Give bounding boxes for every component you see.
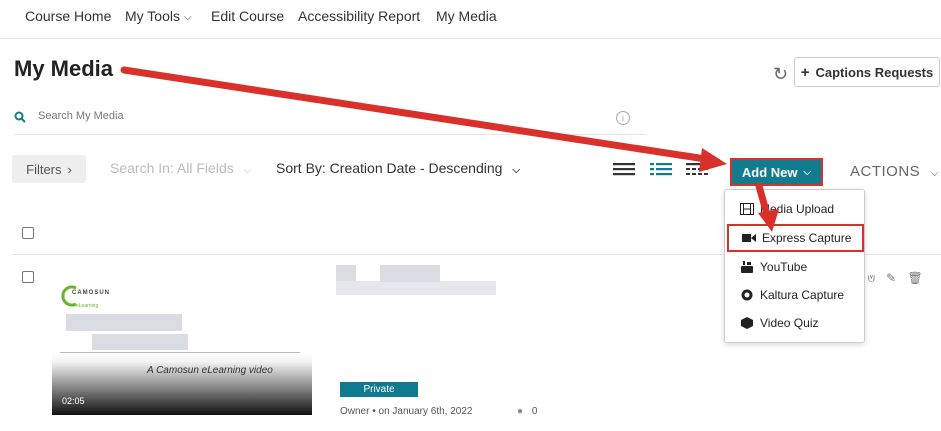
menu-item-label: Video Quiz [760, 316, 819, 330]
add-new-button[interactable]: Add New ⌵ [730, 158, 823, 186]
detailed-view-icon[interactable] [650, 162, 672, 176]
list-view-icon[interactable] [613, 162, 635, 176]
refresh-icon[interactable]: ↻ [773, 64, 788, 85]
sort-by-label: Sort By: Creation Date - Descending [276, 160, 503, 176]
cube-icon [740, 317, 754, 329]
captions-requests-button[interactable]: + Captions Requests [794, 57, 940, 87]
comment-count: ● 0 [517, 406, 537, 417]
delete-icon[interactable]: 🗑 [908, 271, 923, 285]
menu-item-youtube[interactable]: YouTube [725, 254, 864, 280]
chevron-right-icon: › [67, 161, 72, 177]
logo-text: CAMOSUN [72, 290, 110, 296]
status-badge: Private [340, 382, 418, 397]
video-tagline: A Camosun eLearning video [147, 365, 273, 376]
comment-icon: ● [517, 406, 524, 417]
search-in-dropdown[interactable]: Search In: All Fields ⌵ [110, 160, 251, 176]
video-camera-icon [742, 232, 756, 244]
record-icon [740, 289, 754, 301]
youtube-icon [740, 261, 754, 273]
blurred-title [66, 314, 182, 331]
menu-item-label: Express Capture [762, 231, 852, 245]
edit-icon[interactable]: ✎ [886, 271, 896, 285]
menu-item-media-upload[interactable]: Media Upload [725, 196, 864, 222]
filters-label: Filters [26, 161, 62, 177]
menu-item-label: YouTube [760, 260, 808, 274]
nav-my-media[interactable]: My Media [436, 8, 497, 24]
creation-date: on January 6th, 2022 [378, 406, 473, 417]
menu-item-video-quiz[interactable]: Video Quiz [725, 310, 864, 336]
actions-label: ACTIONS [850, 163, 921, 180]
top-navigation: Course Home My Tools ⌵ Edit Course Access… [0, 0, 941, 39]
grid-view-icon[interactable] [686, 162, 708, 176]
nav-my-tools-label: My Tools [125, 8, 180, 24]
blurred-media-title [380, 265, 440, 282]
captions-requests-label: Captions Requests [815, 64, 934, 80]
logo-subtext: eLearning [76, 303, 99, 309]
info-icon[interactable]: i [616, 111, 630, 125]
search-icon [14, 111, 26, 123]
menu-item-kaltura-capture[interactable]: Kaltura Capture [725, 282, 864, 308]
chevron-down-icon: ⌵ [243, 165, 252, 176]
nav-my-tools[interactable]: My Tools ⌵ [125, 8, 192, 24]
nav-edit-course[interactable]: Edit Course [211, 8, 284, 24]
blurred-title [92, 334, 188, 350]
chevron-down-icon: ⌵ [512, 165, 520, 176]
add-new-label: Add New [741, 164, 798, 180]
sort-by-dropdown[interactable]: Sort By: Creation Date - Descending ⌵ [276, 160, 520, 176]
menu-item-label: Kaltura Capture [760, 288, 845, 302]
film-icon [740, 203, 754, 215]
nav-accessibility-report[interactable]: Accessibility Report [298, 8, 420, 24]
chevron-down-icon: ⌵ [183, 12, 192, 23]
menu-item-express-capture[interactable]: Express Capture [727, 224, 864, 252]
filters-button[interactable]: Filters › [12, 155, 86, 183]
chevron-down-icon: ⌵ [803, 166, 812, 178]
blurred-media-title[interactable] [336, 281, 496, 295]
owner-info: Owner • on January 6th, 2022 [340, 406, 472, 417]
owner-label: Owner [340, 406, 370, 417]
select-all-checkbox[interactable] [22, 227, 34, 239]
add-new-menu: Media Upload Express Capture YouTube Kal… [724, 189, 865, 343]
analytics-icon[interactable]: ⩅ [868, 271, 875, 285]
comment-count-value: 0 [531, 406, 538, 417]
actions-dropdown[interactable]: ACTIONS ⌵ [850, 163, 939, 180]
page-title: My Media [14, 56, 114, 81]
row-checkbox[interactable] [22, 271, 34, 283]
search-input[interactable]: Search My Media [38, 110, 124, 122]
video-duration: 02:05 [62, 396, 85, 406]
plus-icon: + [800, 63, 810, 81]
blurred-media-title [336, 265, 356, 282]
thumbnail-gradient [52, 352, 312, 415]
chevron-down-icon: ⌵ [930, 168, 939, 179]
row-actions: ⩅ ✎ 🗑 [868, 271, 923, 286]
search-in-label: Search In: All Fields [110, 160, 234, 176]
menu-item-label: Media Upload [760, 202, 835, 216]
nav-course-home[interactable]: Course Home [25, 8, 111, 24]
thumbnail-divider [60, 352, 300, 353]
